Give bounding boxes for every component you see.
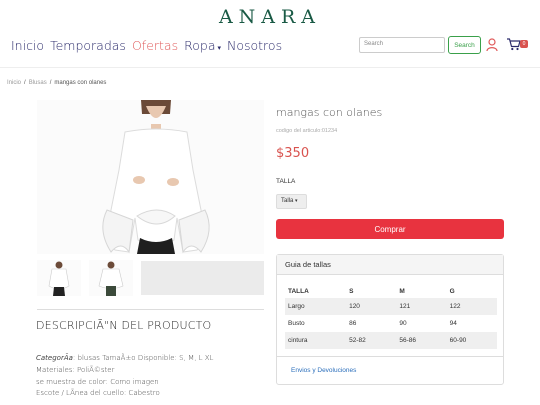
thumbnail-placeholder	[141, 261, 264, 295]
nav-item-ropa-label: Ropa	[184, 38, 216, 53]
brand-logo[interactable]: ANARA	[0, 6, 540, 28]
table-row: Busto 86 90 94	[285, 315, 497, 332]
nav-item-ropa[interactable]: Ropa ▾	[184, 38, 221, 53]
table-cell: 94	[449, 320, 457, 327]
table-cell: Busto	[288, 320, 305, 327]
description-line: Escote / LÃ­nea del cuello: Cabestro	[36, 389, 160, 398]
size-guide-panel: Guia de tallas TALLA S M G Largo 120 121…	[276, 254, 504, 385]
table-cell: 122	[446, 298, 497, 315]
description-line: se muestra de color: Como imagen	[36, 377, 159, 386]
table-cell: cintura	[285, 332, 347, 349]
description-title: DESCRIPCIÃ"N DEL PRODUCTO	[36, 319, 212, 332]
table-header: TALLA	[288, 288, 309, 295]
table-cell: Largo	[285, 298, 347, 315]
table-cell: 90	[399, 320, 407, 327]
nav-item-inicio[interactable]: Inicio	[11, 38, 44, 53]
description-line: Materiales: PoliÃ©ster	[36, 365, 115, 374]
breadcrumb: Inicio / Blusas / mangas con olanes	[7, 80, 106, 86]
table-cell: 121	[396, 298, 447, 315]
product-main-image[interactable]	[37, 100, 264, 254]
thumbnail-strip	[37, 260, 264, 296]
thumbnail-1-illustration	[37, 260, 81, 296]
table-cell: 56-86	[396, 332, 447, 349]
table-cell: 52-82	[346, 332, 397, 349]
product-price: $350	[276, 146, 310, 161]
product-photo-illustration	[37, 100, 264, 254]
nav-item-nosotros[interactable]: Nosotros	[227, 38, 282, 53]
table-cell: 86	[349, 320, 357, 327]
search-button[interactable]: Search	[448, 36, 481, 54]
main-nav: Inicio Temporadas Ofertas Ropa ▾ Nosotros	[11, 38, 282, 53]
table-row: cintura 52-82 56-86 60-90	[285, 332, 497, 349]
description-line: CategorÃ­a: blusas TamaÃ±o Disponible: S…	[36, 353, 213, 365]
size-label: TALLA	[276, 178, 296, 185]
description-line-category-label: CategorÃ­a	[36, 354, 73, 362]
size-select-value: Talla	[281, 198, 294, 204]
thumbnail-1[interactable]	[37, 260, 81, 296]
table-header: S	[349, 288, 354, 295]
size-guide-table: TALLA S M G Largo 120 121 122 Busto 86 9…	[285, 285, 497, 349]
table-header: M	[399, 288, 405, 295]
table-row: Largo 120 121 122	[285, 298, 497, 315]
description-body: CategorÃ­a: blusas TamaÃ±o Disponible: S…	[36, 353, 213, 400]
table-header-row: TALLA S M G	[285, 285, 497, 298]
table-cell: 60-90	[446, 332, 497, 349]
breadcrumb-separator: /	[49, 80, 52, 86]
table-header: G	[449, 288, 455, 295]
header-divider	[0, 67, 540, 68]
chevron-down-icon: ▾	[295, 198, 298, 204]
nav-item-temporadas[interactable]: Temporadas	[50, 38, 126, 53]
user-icon[interactable]	[486, 38, 498, 52]
chevron-down-icon: ▾	[217, 44, 221, 52]
cart-count-badge: 0	[520, 40, 528, 48]
thumbnail-2-illustration	[89, 260, 133, 296]
breadcrumb-separator: /	[24, 80, 26, 86]
shipping-returns-link[interactable]: Envios y Devoluciones	[291, 367, 356, 374]
product-code: codigo del articulo:01234	[276, 128, 338, 134]
breadcrumb-current: mangas con olanes	[54, 80, 107, 86]
thumbnail-2[interactable]	[89, 260, 133, 296]
size-select[interactable]: Talla ▾	[276, 194, 307, 209]
size-guide-footer: Envios y Devoluciones	[277, 356, 503, 384]
buy-button[interactable]: Comprar	[276, 219, 504, 239]
description-divider	[37, 309, 264, 310]
table-cell: 120	[346, 298, 397, 315]
description-line-text: : blusas TamaÃ±o Disponible: S, M, L XL	[72, 354, 214, 362]
nav-item-ofertas[interactable]: Ofertas	[132, 38, 178, 53]
product-title: mangas con olanes	[276, 106, 383, 119]
size-guide-title: Guia de tallas	[277, 255, 503, 275]
breadcrumb-category[interactable]: Blusas	[29, 80, 47, 86]
breadcrumb-home[interactable]: Inicio	[7, 80, 21, 86]
search-input[interactable]: Search	[359, 37, 445, 53]
